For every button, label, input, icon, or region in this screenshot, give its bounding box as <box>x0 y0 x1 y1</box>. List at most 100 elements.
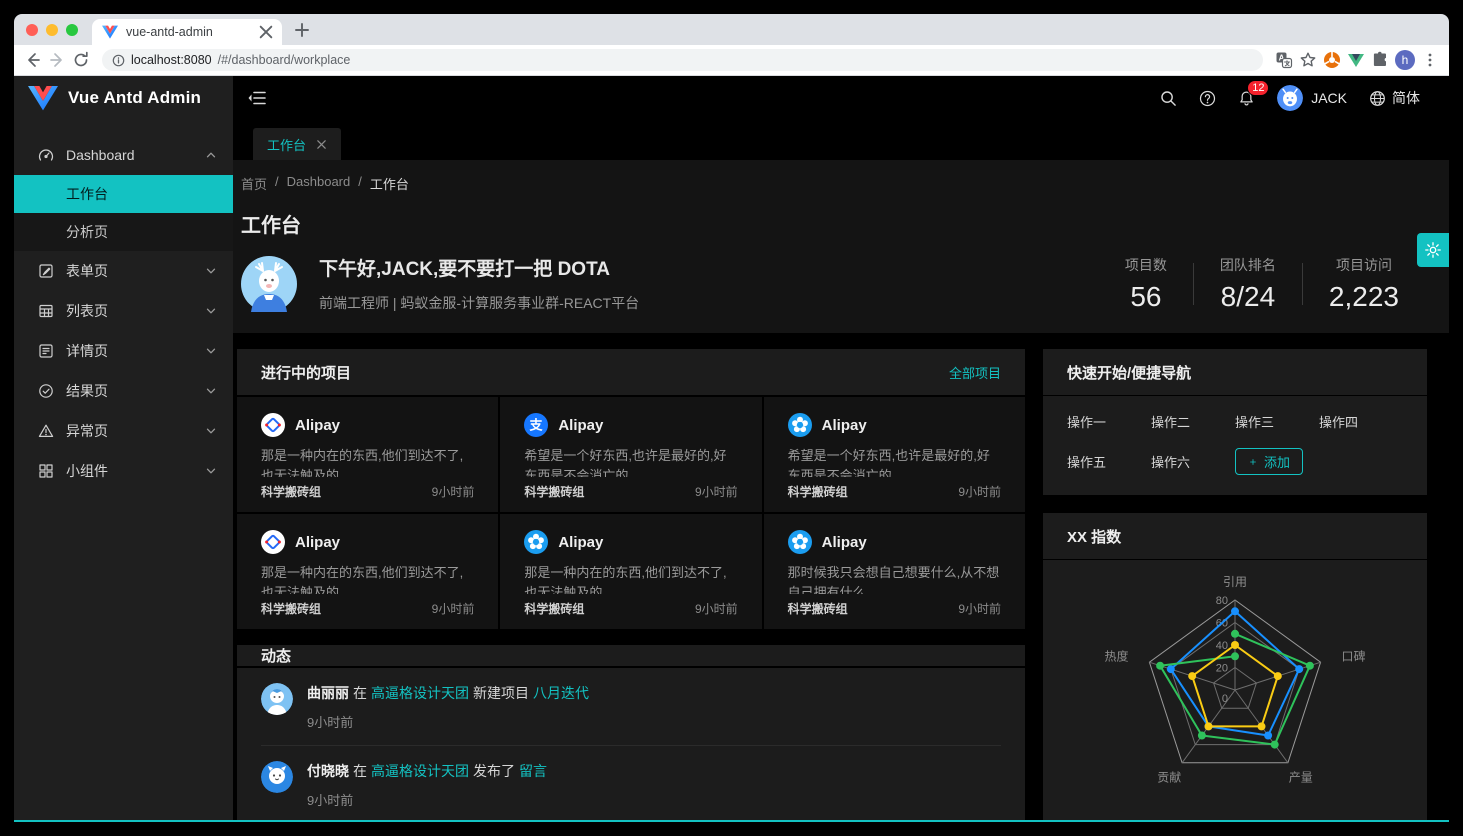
project-group-link[interactable]: 科学搬砖组 <box>788 483 848 500</box>
question-circle-icon <box>1199 90 1216 107</box>
svg-text:贡献: 贡献 <box>1157 769 1181 784</box>
language-switcher[interactable]: 简体 <box>1358 76 1431 120</box>
project-name[interactable]: Alipay <box>822 417 867 434</box>
project-card-head: Alipay <box>788 530 1001 554</box>
project-card[interactable]: Alipay那是一种内在的东西,他们到达不了,也无法触及的科学搬砖组9小时前 <box>237 514 498 629</box>
quick-actions-grid: 操作一操作二操作三操作四操作五操作六添加 <box>1043 395 1427 495</box>
browser-tab[interactable]: vue-antd-admin <box>92 19 282 45</box>
sidebar-item-列表页[interactable]: 列表页 <box>14 291 233 331</box>
project-card[interactable]: 支Alipay希望是一个好东西,也许是最好的,好东西是不会消亡的科学搬砖组9小时… <box>500 397 761 512</box>
bookmark-star-icon[interactable] <box>1299 51 1317 69</box>
sidebar-item-表单页[interactable]: 表单页 <box>14 251 233 291</box>
project-name[interactable]: Alipay <box>558 534 603 551</box>
site-info-icon[interactable] <box>112 54 125 67</box>
app-logo-icon <box>28 85 58 111</box>
notifications-button[interactable]: 12 <box>1227 76 1266 120</box>
user-menu[interactable]: JACK <box>1266 76 1358 120</box>
close-tab-icon[interactable] <box>258 24 274 40</box>
project-card[interactable]: Alipay希望是一个好东西,也许是最好的,好东西是不会消亡的科学搬砖组9小时前 <box>764 397 1025 512</box>
all-projects-link[interactable]: 全部项目 <box>949 363 1001 382</box>
vue-devtools-icon[interactable] <box>1347 51 1365 69</box>
breadcrumb-item[interactable]: Dashboard <box>287 174 351 193</box>
project-card[interactable]: Alipay那是一种内在的东西,他们到达不了,也无法触及的科学搬砖组9小时前 <box>500 514 761 629</box>
collapse-sidebar-icon[interactable] <box>247 88 267 108</box>
project-updated-time: 9小时前 <box>432 483 475 500</box>
url-path: /#/dashboard/workplace <box>218 53 351 67</box>
sidebar-item-Dashboard[interactable]: Dashboard <box>14 135 233 175</box>
stat-label: 团队排名 <box>1220 255 1276 275</box>
minimize-window-button[interactable] <box>46 24 58 36</box>
extensions-puzzle-icon[interactable] <box>1371 51 1389 69</box>
address-bar[interactable]: localhost:8080/#/dashboard/workplace <box>102 49 1263 71</box>
quick-action-操作五[interactable]: 操作五 <box>1067 452 1151 471</box>
project-group-link[interactable]: 科学搬砖组 <box>788 600 848 617</box>
back-button[interactable] <box>24 51 42 69</box>
new-tab-button[interactable] <box>290 18 314 42</box>
project-card[interactable]: Alipay那是一种内在的东西,他们到达不了,也无法触及的科学搬砖组9小时前 <box>237 397 498 512</box>
extension-orange-icon[interactable] <box>1323 51 1341 69</box>
browser-menu-icon[interactable] <box>1421 51 1439 69</box>
browser-profile-avatar[interactable]: h <box>1395 50 1415 70</box>
sidebar-item-label: 表单页 <box>66 261 193 281</box>
project-name[interactable]: Alipay <box>822 534 867 551</box>
sidebar-item-label: 小组件 <box>66 461 193 481</box>
project-description: 那时候我只会想自己想要什么,从不想自己拥有什么 <box>788 563 1001 594</box>
traffic-lights <box>26 24 78 36</box>
page-tab-workplace[interactable]: 工作台 <box>253 128 341 160</box>
quick-action-操作二[interactable]: 操作二 <box>1151 412 1235 431</box>
breadcrumb-item[interactable]: 首页 <box>241 174 267 193</box>
feed-link[interactable]: 八月迭代 <box>533 685 589 701</box>
project-footer: 科学搬砖组9小时前 <box>524 600 737 617</box>
sidebar-subitem-工作台[interactable]: 工作台 <box>14 175 233 213</box>
feed-link[interactable]: 高逼格设计天团 <box>371 763 469 779</box>
radar-plot: 020406080引用口碑产量贡献热度 <box>1043 560 1427 822</box>
brand[interactable]: Vue Antd Admin <box>14 76 233 120</box>
feed-link[interactable]: 留言 <box>519 763 547 779</box>
feed-link[interactable]: 高逼格设计天团 <box>371 685 469 701</box>
activity-card-title: 动态 <box>261 645 1001 666</box>
quick-action-操作三[interactable]: 操作三 <box>1235 412 1319 431</box>
add-action-button[interactable]: 添加 <box>1235 448 1303 475</box>
project-updated-time: 9小时前 <box>695 483 738 500</box>
sidebar-item-结果页[interactable]: 结果页 <box>14 371 233 411</box>
theme-settings-button[interactable] <box>1417 233 1449 267</box>
project-group-link[interactable]: 科学搬砖组 <box>524 483 584 500</box>
forward-button[interactable] <box>48 51 66 69</box>
project-name[interactable]: Alipay <box>295 417 340 434</box>
chevron-up-icon <box>205 149 217 161</box>
gear-icon <box>1424 241 1442 259</box>
stat-value: 8/24 <box>1220 281 1276 313</box>
feed-item-body: 曲丽丽在高逼格设计天团新建项目八月迭代9小时前 <box>307 683 593 731</box>
sidebar-subitem-分析页[interactable]: 分析页 <box>14 213 233 251</box>
sidebar-item-label: 列表页 <box>66 301 193 321</box>
close-page-tab-icon[interactable] <box>316 139 327 150</box>
translate-icon[interactable]: A <box>1275 51 1293 69</box>
project-card[interactable]: Alipay那时候我只会想自己想要什么,从不想自己拥有什么科学搬砖组9小时前 <box>764 514 1025 629</box>
reload-button[interactable] <box>72 51 90 69</box>
project-logo-pro-icon <box>788 413 812 437</box>
quick-action-操作一[interactable]: 操作一 <box>1067 412 1151 431</box>
sidebar-item-异常页[interactable]: 异常页 <box>14 411 233 451</box>
sidebar-item-详情页[interactable]: 详情页 <box>14 331 233 371</box>
feed-item-text: 付晓晓在高逼格设计天团发布了留言 <box>307 761 551 781</box>
project-group-link[interactable]: 科学搬砖组 <box>524 600 584 617</box>
project-group-link[interactable]: 科学搬砖组 <box>261 600 321 617</box>
globe-icon <box>1369 90 1386 107</box>
project-group-link[interactable]: 科学搬砖组 <box>261 483 321 500</box>
close-window-button[interactable] <box>26 24 38 36</box>
greeting-subtitle: 前端工程师 | 蚂蚁金服-计算服务事业群-REACT平台 <box>319 293 1099 313</box>
project-name[interactable]: Alipay <box>558 417 603 434</box>
svg-text:产量: 产量 <box>1289 770 1313 784</box>
project-name[interactable]: Alipay <box>295 534 340 551</box>
sidebar-item-label: 详情页 <box>66 341 193 361</box>
sidebar-item-小组件[interactable]: 小组件 <box>14 451 233 491</box>
quick-action-操作四[interactable]: 操作四 <box>1319 412 1403 431</box>
project-logo-antd-icon <box>261 530 285 554</box>
quick-action-操作六[interactable]: 操作六 <box>1151 452 1235 471</box>
projects-card: 进行中的项目 全部项目 Alipay那是一种内在的东西,他们到达不了,也无法触及… <box>237 349 1025 629</box>
plus-icon <box>1248 457 1258 467</box>
warn-icon <box>38 423 54 439</box>
search-button[interactable] <box>1149 76 1188 120</box>
maximize-window-button[interactable] <box>66 24 78 36</box>
help-button[interactable] <box>1188 76 1227 120</box>
